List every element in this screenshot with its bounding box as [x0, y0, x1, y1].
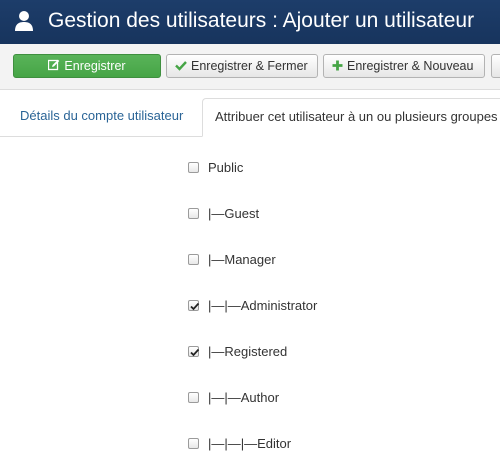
- check-icon: [175, 56, 187, 78]
- save-new-button-label: Enregistrer & Nouveau: [347, 59, 474, 73]
- checkmark-icon: [190, 302, 200, 311]
- group-checkbox[interactable]: [188, 162, 199, 173]
- group-checkbox[interactable]: [188, 438, 199, 449]
- edit-icon: [48, 56, 60, 78]
- group-label: |—Manager: [208, 252, 276, 267]
- group-label: |—|—|—Editor: [208, 436, 292, 451]
- more-button[interactable]: [491, 54, 500, 78]
- plus-icon: [332, 56, 343, 78]
- group-checkbox[interactable]: [188, 392, 199, 403]
- group-checkbox[interactable]: [188, 254, 199, 265]
- group-label: |—Registered: [208, 344, 288, 359]
- save-button[interactable]: Enregistrer: [13, 54, 161, 78]
- save-button-label: Enregistrer: [64, 59, 126, 73]
- group-checkbox-checked[interactable]: [188, 300, 200, 311]
- save-close-button[interactable]: Enregistrer & Fermer: [166, 54, 318, 78]
- page-title: Gestion des utilisateurs : Ajouter un ut…: [48, 9, 475, 32]
- tab-assigned-groups[interactable]: Attribuer cet utilisateur à un ou plusie…: [202, 98, 500, 137]
- group-label: |—|—Administrator: [208, 298, 318, 313]
- group-label: Public: [208, 160, 244, 175]
- save-new-button[interactable]: Enregistrer & Nouveau: [323, 54, 485, 78]
- tab-account-details[interactable]: Détails du compte utilisateur: [8, 98, 195, 136]
- save-close-button-label: Enregistrer & Fermer: [191, 59, 308, 73]
- checkmark-icon: [190, 348, 200, 357]
- group-checkbox-checked[interactable]: [188, 346, 200, 357]
- group-checkbox[interactable]: [188, 208, 199, 219]
- user-icon: [14, 10, 34, 32]
- title-bar: Gestion des utilisateurs : Ajouter un ut…: [0, 0, 500, 44]
- tab-bar: Détails du compte utilisateur Attribuer …: [0, 98, 500, 137]
- group-label: |—|—Author: [208, 390, 280, 405]
- toolbar: Enregistrer Enregistrer & Fermer Enregis…: [0, 44, 500, 90]
- group-label: |—Guest: [208, 206, 260, 221]
